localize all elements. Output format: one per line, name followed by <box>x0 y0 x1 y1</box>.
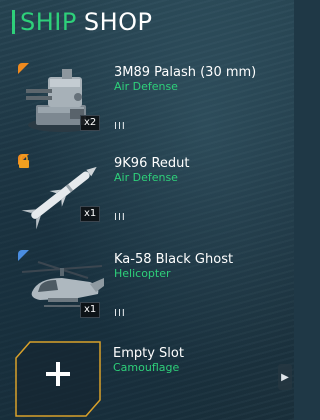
plus-icon <box>46 362 70 386</box>
shop-item-redut[interactable]: x1 9K96 Redut Air Defense III <box>18 154 290 232</box>
shop-item-ka58[interactable]: x1 Ka-58 Black Ghost Helicopter III <box>18 250 290 328</box>
title-ship: SHIP <box>20 8 77 36</box>
item-category: Air Defense <box>114 80 178 93</box>
empty-slot-button[interactable] <box>12 340 104 418</box>
item-thumbnail[interactable]: x2 <box>18 63 106 141</box>
item-tier: III <box>114 121 126 132</box>
item-name: 9K96 Redut <box>114 156 190 171</box>
item-category: Helicopter <box>114 267 171 280</box>
lock-icon <box>19 154 29 168</box>
empty-slot-name: Empty Slot <box>113 346 184 361</box>
item-thumbnail[interactable]: x1 <box>18 154 106 232</box>
header-accent-bar <box>12 10 15 34</box>
item-tier: III <box>114 308 126 319</box>
item-tier: III <box>114 212 126 223</box>
title-shop: SHOP <box>83 8 153 36</box>
quantity-badge: x1 <box>80 206 101 222</box>
rarity-corner <box>18 250 29 261</box>
rarity-corner <box>18 63 29 74</box>
shop-item-palash[interactable]: x2 3M89 Palash (30 mm) Air Defense III <box>18 63 290 141</box>
quantity-badge: x1 <box>80 302 101 318</box>
shop-header: SHIP SHOP <box>12 8 153 36</box>
next-arrow-button[interactable]: ▶ <box>278 364 292 390</box>
item-name: Ka-58 Black Ghost <box>114 252 234 267</box>
empty-slot-category: Camouflage <box>113 361 180 374</box>
item-name: 3M89 Palash (30 mm) <box>114 65 257 80</box>
item-thumbnail[interactable]: x1 <box>18 250 106 328</box>
chevron-right-icon: ▶ <box>281 371 289 383</box>
item-category: Air Defense <box>114 171 178 184</box>
quantity-badge: x2 <box>80 115 101 131</box>
